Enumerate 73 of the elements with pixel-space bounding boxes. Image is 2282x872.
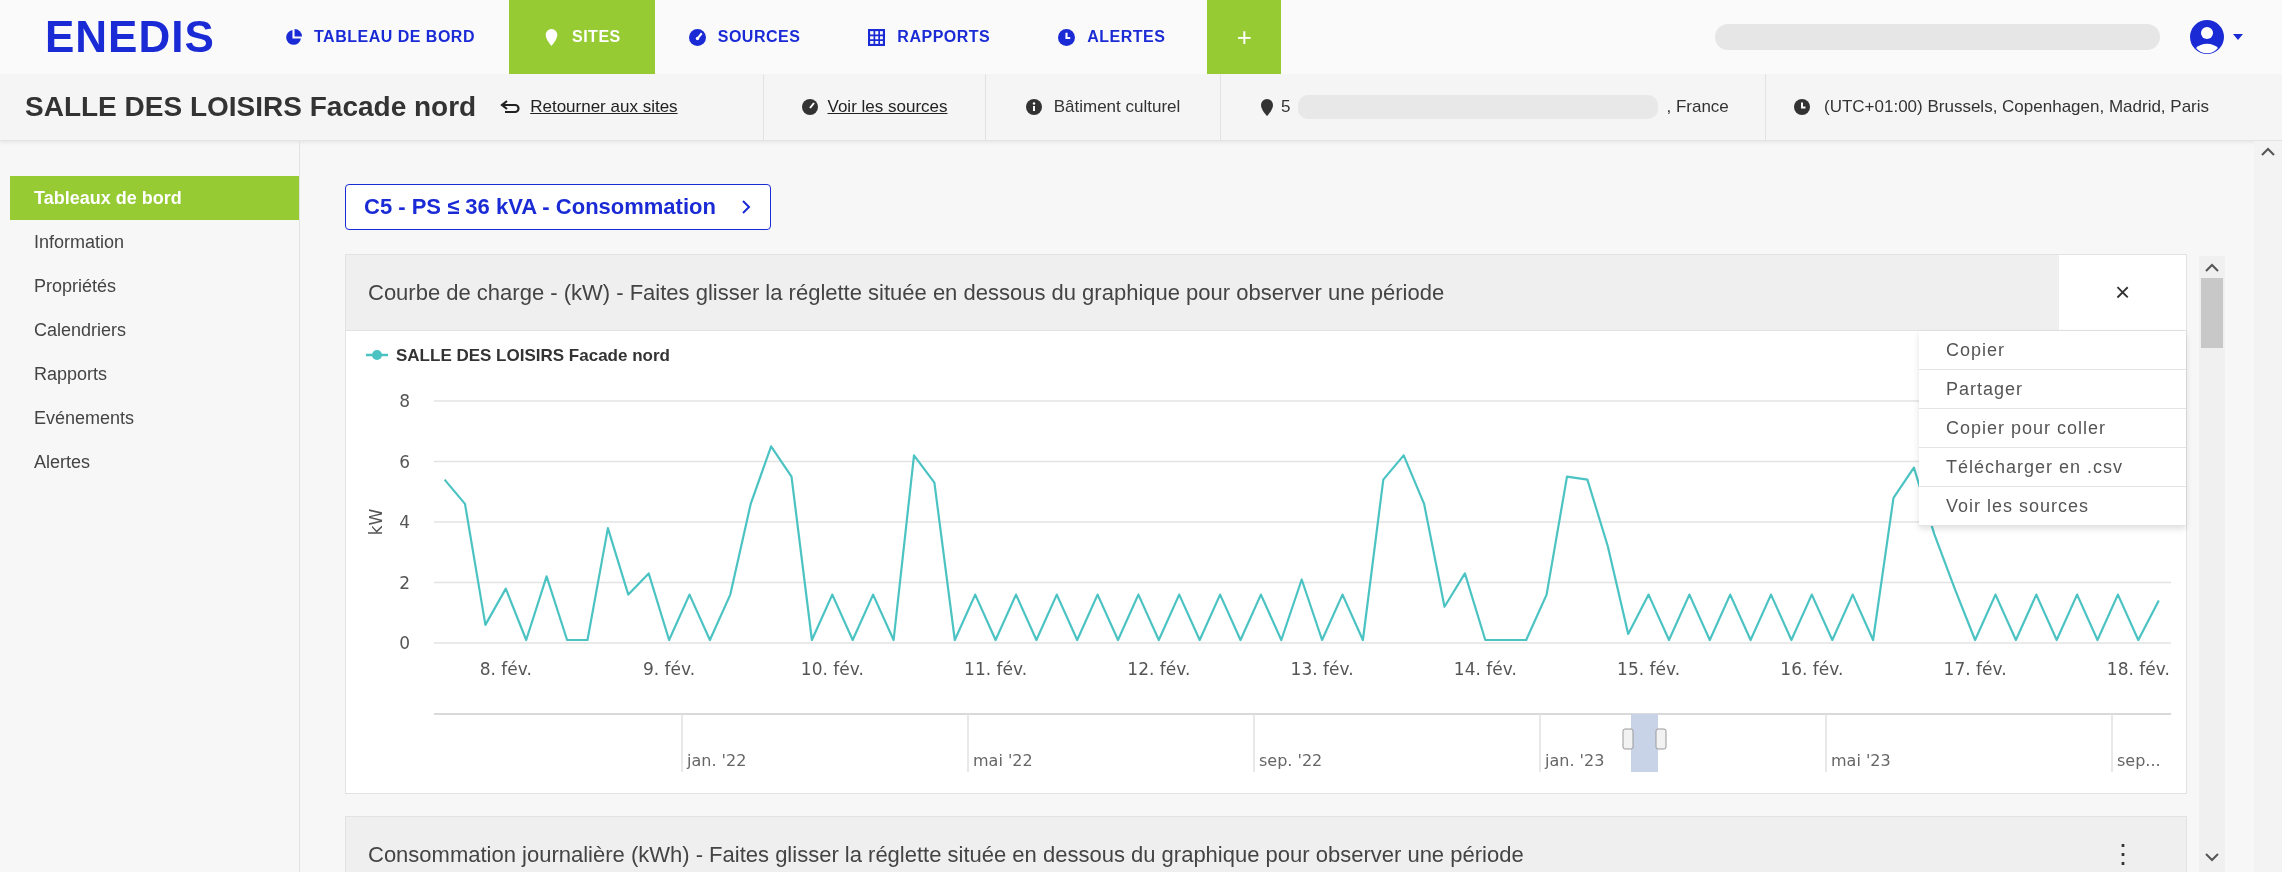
navigator-date-label: mai '22: [973, 751, 1033, 770]
back-link[interactable]: Retourner aux sites: [500, 97, 678, 117]
scrollbar[interactable]: [2254, 141, 2282, 872]
card-menu-button[interactable]: ⋮: [2059, 817, 2186, 872]
building-category: Bâtiment culturel: [1053, 97, 1181, 117]
scrollbar-thumb[interactable]: [2201, 278, 2223, 348]
menu-item[interactable]: Voir les sources: [1919, 487, 2186, 526]
x-axis-label: 10. fév.: [800, 659, 864, 679]
sidebar-item[interactable]: Alertes: [10, 440, 299, 484]
navigator-date-label: mai '23: [1831, 751, 1891, 770]
x-axis-label: 14. fév.: [1453, 659, 1517, 679]
pie-chart-icon: [285, 28, 302, 46]
nav-tab[interactable]: RAPPORTS: [834, 0, 1025, 74]
y-axis-label: 0: [399, 633, 410, 653]
menu-item[interactable]: Télécharger en .csv: [1919, 448, 2186, 487]
y-axis-title: kW: [366, 508, 386, 536]
y-axis-label: 6: [399, 451, 410, 472]
card-menu-button[interactable]: ×: [2059, 255, 2186, 330]
x-axis-label: 11. fév.: [964, 659, 1028, 679]
info-icon: [1025, 99, 1042, 115]
menu-item[interactable]: Partager: [1919, 370, 2186, 409]
address-text: , France: [1666, 97, 1729, 117]
sidebar-item[interactable]: Information: [10, 220, 299, 264]
x-axis-label: 16. fév.: [1780, 659, 1844, 679]
gauge-icon: [688, 28, 706, 46]
sidebar-item[interactable]: Calendriers: [10, 308, 299, 352]
sidebar-item[interactable]: Evénements: [10, 396, 299, 440]
logo[interactable]: ENEDIS: [0, 12, 240, 62]
caret-icon: [2232, 33, 2244, 41]
x-axis-label: 15. fév.: [1617, 659, 1681, 679]
menu-item[interactable]: Copier: [1919, 331, 2186, 370]
chevron-right-icon: [739, 199, 752, 215]
navigator-date-label: sep...: [2117, 751, 2161, 770]
navigator-date-label: jan. '23: [1545, 751, 1605, 770]
map-marker-icon: [543, 28, 560, 46]
x-axis-label: 18. fév.: [2106, 659, 2170, 679]
return-arrow-icon: [500, 100, 521, 114]
menu-item[interactable]: Copier pour coller: [1919, 409, 2186, 448]
navigator-date-label: sep. '22: [1259, 751, 1323, 770]
card-title: Courbe de charge - (kW) - Faites glisser la réglette située en dessous du graphique pour observer une période: [367, 279, 1446, 306]
site-title: SALLE DES LOISIRS Facade nord: [25, 91, 477, 123]
scrollbar[interactable]: [2199, 256, 2225, 872]
range-selector[interactable]: [1622, 714, 1667, 772]
dashboard-selector-button[interactable]: C5 - PS ≤ 36 kVA - Consommation: [345, 184, 771, 230]
x-axis-label: 9. fév.: [642, 659, 696, 679]
sources-link[interactable]: Voir les sources: [801, 97, 948, 117]
x-axis-label: 17. fév.: [1943, 659, 2007, 679]
timezone-text: (UTC+01:00) Brussels, Copenhagen, Madrid, Paris: [1824, 97, 2210, 117]
nav-tab[interactable]: TABLEAU DE BORD: [240, 0, 509, 74]
table-icon: [868, 28, 886, 46]
y-axis-label: 4: [399, 512, 410, 532]
y-axis-label: 8: [399, 391, 410, 411]
scroll-down-icon[interactable]: [2205, 852, 2219, 862]
gauge-icon: [801, 99, 818, 115]
nav-tab[interactable]: SOURCES: [654, 0, 835, 74]
chart-legend[interactable]: SALLE DES LOISIRS Facade nord: [366, 346, 670, 365]
card-title: Consommation journalière (kWh) - Faites glisser la réglette située en dessous du graphique pour observer une période: [367, 841, 1525, 868]
clock-icon: [1058, 28, 1076, 46]
y-axis-label: 2: [399, 572, 410, 593]
address-text: 5: [1281, 97, 1291, 117]
nav-tab[interactable]: ALERTES: [1024, 0, 1200, 74]
scroll-up-icon[interactable]: [2205, 262, 2219, 272]
clock-icon: [1794, 99, 1810, 115]
scroll-up-icon[interactable]: [2261, 147, 2275, 156]
user-menu-button[interactable]: [2190, 20, 2244, 54]
navigator-date-label: jan. '22: [687, 751, 747, 770]
user-avatar-icon: [2190, 20, 2224, 54]
sidebar-item[interactable]: Propriétés: [10, 264, 299, 308]
map-marker-icon: [1261, 98, 1273, 116]
x-axis-label: 13. fév.: [1290, 659, 1354, 679]
x-axis-label: 12. fév.: [1127, 659, 1191, 679]
sidebar-item[interactable]: Rapports: [10, 352, 299, 396]
x-axis-label: 8. fév.: [479, 659, 532, 679]
